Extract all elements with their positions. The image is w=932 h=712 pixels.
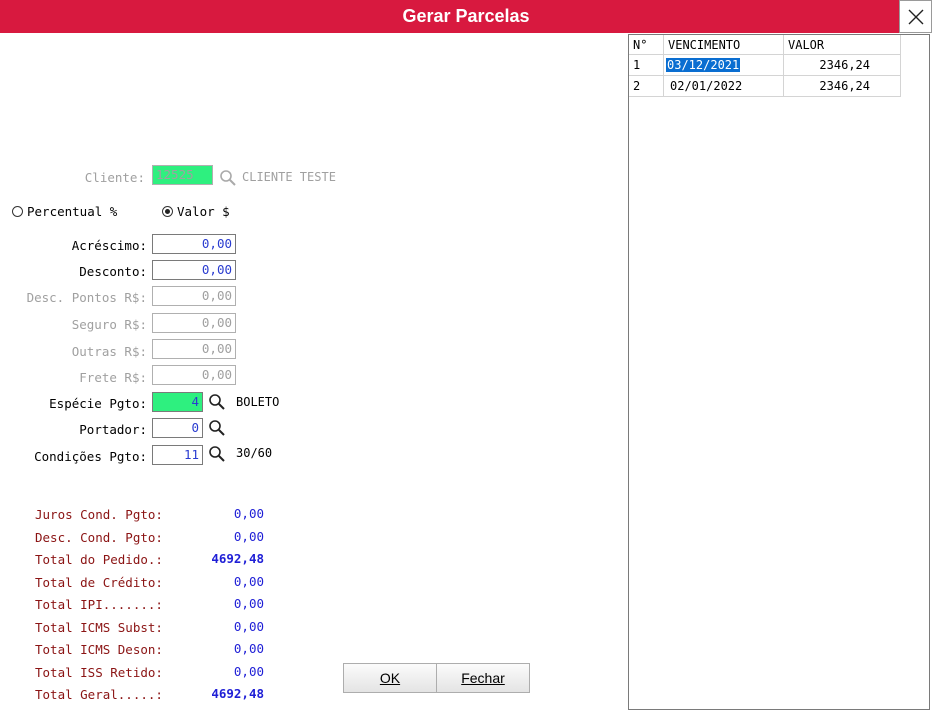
seguro-field: 0,00 xyxy=(152,313,236,333)
cell-n[interactable]: 2 xyxy=(629,75,664,97)
total-icms-deson-value: 0,00 xyxy=(233,641,264,656)
ok-button[interactable]: OK xyxy=(343,663,437,693)
cell-vencimento[interactable]: 02/01/2022 xyxy=(663,75,784,97)
outras-field: 0,00 xyxy=(152,339,236,359)
table-row[interactable]: 1 03/12/2021 2346,24 xyxy=(629,54,901,76)
desc-cond-label: Desc. Cond. Pgto: xyxy=(35,530,163,545)
window-title: Gerar Parcelas xyxy=(402,6,530,26)
cell-vencimento-selected[interactable]: 03/12/2021 xyxy=(666,58,741,72)
total-ipi-label: Total IPI.......: xyxy=(35,597,163,612)
especie-label: Espécie Pgto: xyxy=(49,396,147,411)
installments-table: N° VENCIMENTO VALOR 1 03/12/2021 2346,24… xyxy=(629,35,901,97)
radio-valor-circle[interactable] xyxy=(162,206,173,217)
cell-valor[interactable]: 2346,24 xyxy=(783,54,901,76)
fechar-button-label: Fechar xyxy=(461,670,505,686)
ok-button-label: OK xyxy=(379,670,401,686)
total-iss-label: Total ISS Retido: xyxy=(35,665,163,680)
total-ipi-value: 0,00 xyxy=(233,596,264,611)
condicoes-field[interactable]: 11 xyxy=(152,445,203,465)
radio-percentual[interactable]: Percentual % xyxy=(12,204,117,219)
total-icms-subst-label: Total ICMS Subst: xyxy=(35,620,163,635)
frete-field: 0,00 xyxy=(152,365,236,385)
search-cliente-icon[interactable] xyxy=(219,169,237,187)
total-icms-deson-label: Total ICMS Deson: xyxy=(35,642,163,657)
total-geral-label: Total Geral.....: xyxy=(35,687,163,702)
condicoes-label: Condições Pgto: xyxy=(34,449,147,464)
cell-valor[interactable]: 2346,24 xyxy=(783,75,901,97)
condicoes-desc: 30/60 xyxy=(236,446,273,460)
portador-label: Portador: xyxy=(79,422,147,437)
radio-valor-label: Valor $ xyxy=(177,204,230,219)
cliente-code-field[interactable]: 12525 xyxy=(152,165,213,185)
total-credito-label: Total de Crédito: xyxy=(35,575,163,590)
col-header-vencimento[interactable]: VENCIMENTO xyxy=(663,35,784,55)
total-pedido-label: Total do Pedido.: xyxy=(35,552,163,567)
search-especie-icon[interactable] xyxy=(208,393,226,411)
radio-valor[interactable]: Valor $ xyxy=(162,204,230,219)
cliente-label: Cliente: xyxy=(84,170,145,185)
search-condicoes-icon[interactable] xyxy=(208,445,226,463)
especie-desc: BOLETO xyxy=(236,395,280,409)
total-iss-value: 0,00 xyxy=(233,664,264,679)
portador-field[interactable]: 0 xyxy=(152,418,203,438)
cell-vencimento[interactable]: 03/12/2021 xyxy=(663,54,784,76)
desc-pontos-field: 0,00 xyxy=(152,286,236,306)
total-pedido-value: 4692,48 xyxy=(211,551,264,566)
table-row[interactable]: 2 02/01/2022 2346,24 xyxy=(629,75,901,97)
seguro-label: Seguro R$: xyxy=(71,317,147,332)
installments-grid[interactable]: N° VENCIMENTO VALOR 1 03/12/2021 2346,24… xyxy=(628,34,930,710)
cliente-name: CLIENTE TESTE xyxy=(242,170,336,184)
close-button[interactable] xyxy=(899,0,932,33)
cell-n[interactable]: 1 xyxy=(629,54,664,76)
col-header-valor[interactable]: VALOR xyxy=(783,35,901,55)
especie-field[interactable]: 4 xyxy=(152,392,203,412)
frete-label: Frete R$: xyxy=(79,370,147,385)
outras-label: Outras R$: xyxy=(71,344,147,359)
acrescimo-field[interactable]: 0,00 xyxy=(152,234,236,254)
search-portador-icon[interactable] xyxy=(208,419,226,437)
total-credito-value: 0,00 xyxy=(233,574,264,589)
fechar-button[interactable]: Fechar xyxy=(436,663,530,693)
desc-cond-value: 0,00 xyxy=(233,529,264,544)
juros-value: 0,00 xyxy=(233,506,264,521)
desconto-label: Desconto: xyxy=(79,264,147,279)
total-geral-value: 4692,48 xyxy=(211,686,264,701)
juros-label: Juros Cond. Pgto: xyxy=(35,507,163,522)
radio-percentual-label: Percentual % xyxy=(27,204,118,219)
close-icon xyxy=(908,9,923,24)
grid-header-row: N° VENCIMENTO VALOR xyxy=(629,35,901,55)
col-header-n[interactable]: N° xyxy=(629,35,664,55)
acrescimo-label: Acréscimo: xyxy=(71,238,147,253)
total-icms-subst-value: 0,00 xyxy=(233,619,264,634)
desconto-field[interactable]: 0,00 xyxy=(152,260,236,280)
desc-pontos-label: Desc. Pontos R$: xyxy=(26,290,147,305)
radio-percentual-circle[interactable] xyxy=(12,206,23,217)
